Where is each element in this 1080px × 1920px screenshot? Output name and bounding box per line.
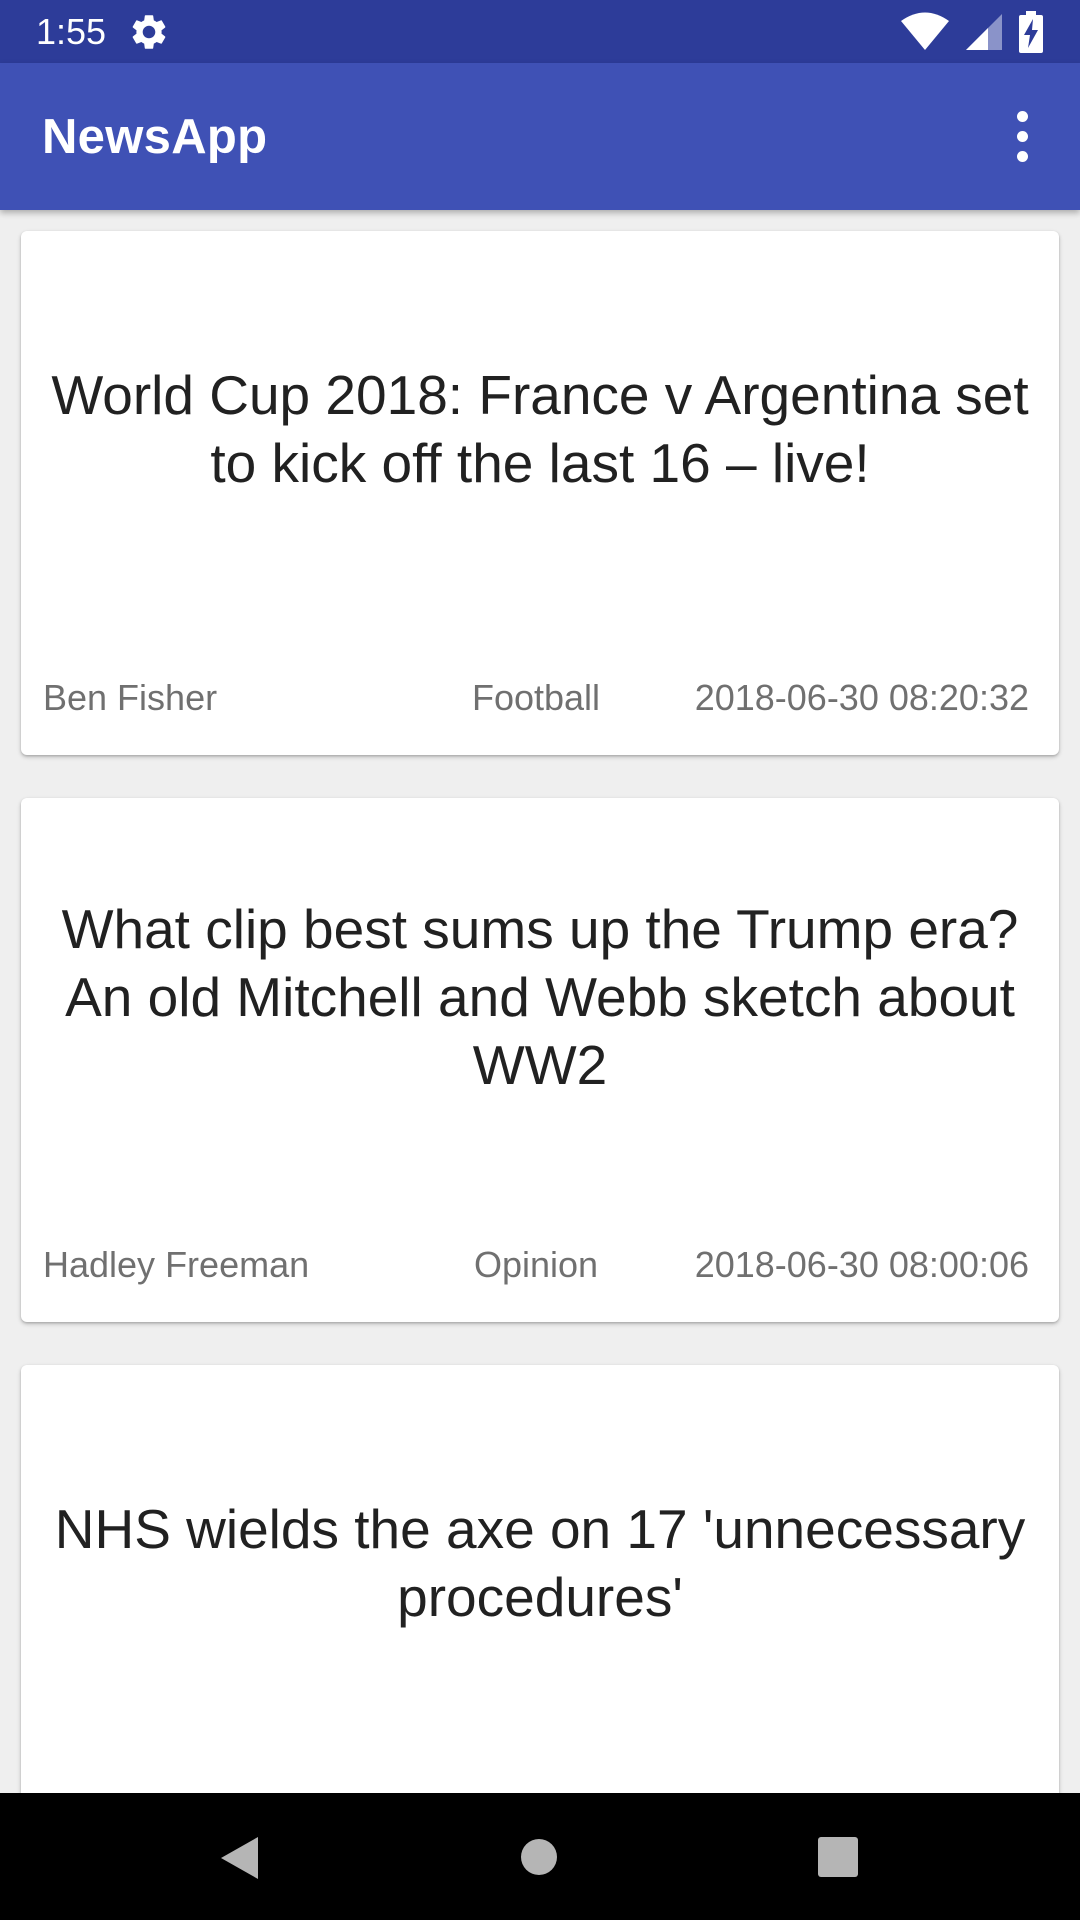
status-bar: 1:55 <box>0 0 1080 63</box>
article-meta: Ben Fisher Football 2018-06-30 08:20:32 <box>43 677 1029 725</box>
article-title: NHS wields the axe on 17 'unnecessary pr… <box>54 1498 1026 1628</box>
article-meta: Hadley Freeman Opinion 2018-06-30 08:00:… <box>43 1244 1029 1292</box>
home-icon[interactable] <box>520 1838 558 1876</box>
cell-signal-icon <box>966 13 1002 50</box>
news-feed[interactable]: World Cup 2018: France v Argentina set t… <box>0 210 1080 1793</box>
article-card[interactable]: What clip best sums up the Trump era? An… <box>21 798 1059 1322</box>
more-options-button[interactable] <box>992 92 1052 182</box>
back-icon[interactable] <box>218 1835 262 1881</box>
recents-icon[interactable] <box>818 1837 858 1877</box>
wifi-icon <box>901 12 949 50</box>
status-time: 1:55 <box>36 10 107 52</box>
settings-gear-icon <box>132 14 166 49</box>
battery-charging-icon <box>1019 10 1043 53</box>
article-date: 2018-06-30 08:00:06 <box>694 1244 1029 1285</box>
app-bar: NewsApp <box>0 63 1080 210</box>
article-card[interactable]: NHS wields the axe on 17 'unnecessary pr… <box>21 1365 1059 1793</box>
more-vert-icon <box>1016 111 1028 122</box>
article-title: World Cup 2018: France v Argentina set t… <box>51 364 1029 494</box>
article-title: What clip best sums up the Trump era? An… <box>61 898 1019 1096</box>
navigation-bar <box>0 1793 1080 1920</box>
article-card[interactable]: World Cup 2018: France v Argentina set t… <box>21 231 1059 755</box>
article-date: 2018-06-30 08:20:32 <box>694 677 1029 718</box>
app-title: NewsApp <box>42 109 268 164</box>
status-icons <box>900 10 1044 53</box>
